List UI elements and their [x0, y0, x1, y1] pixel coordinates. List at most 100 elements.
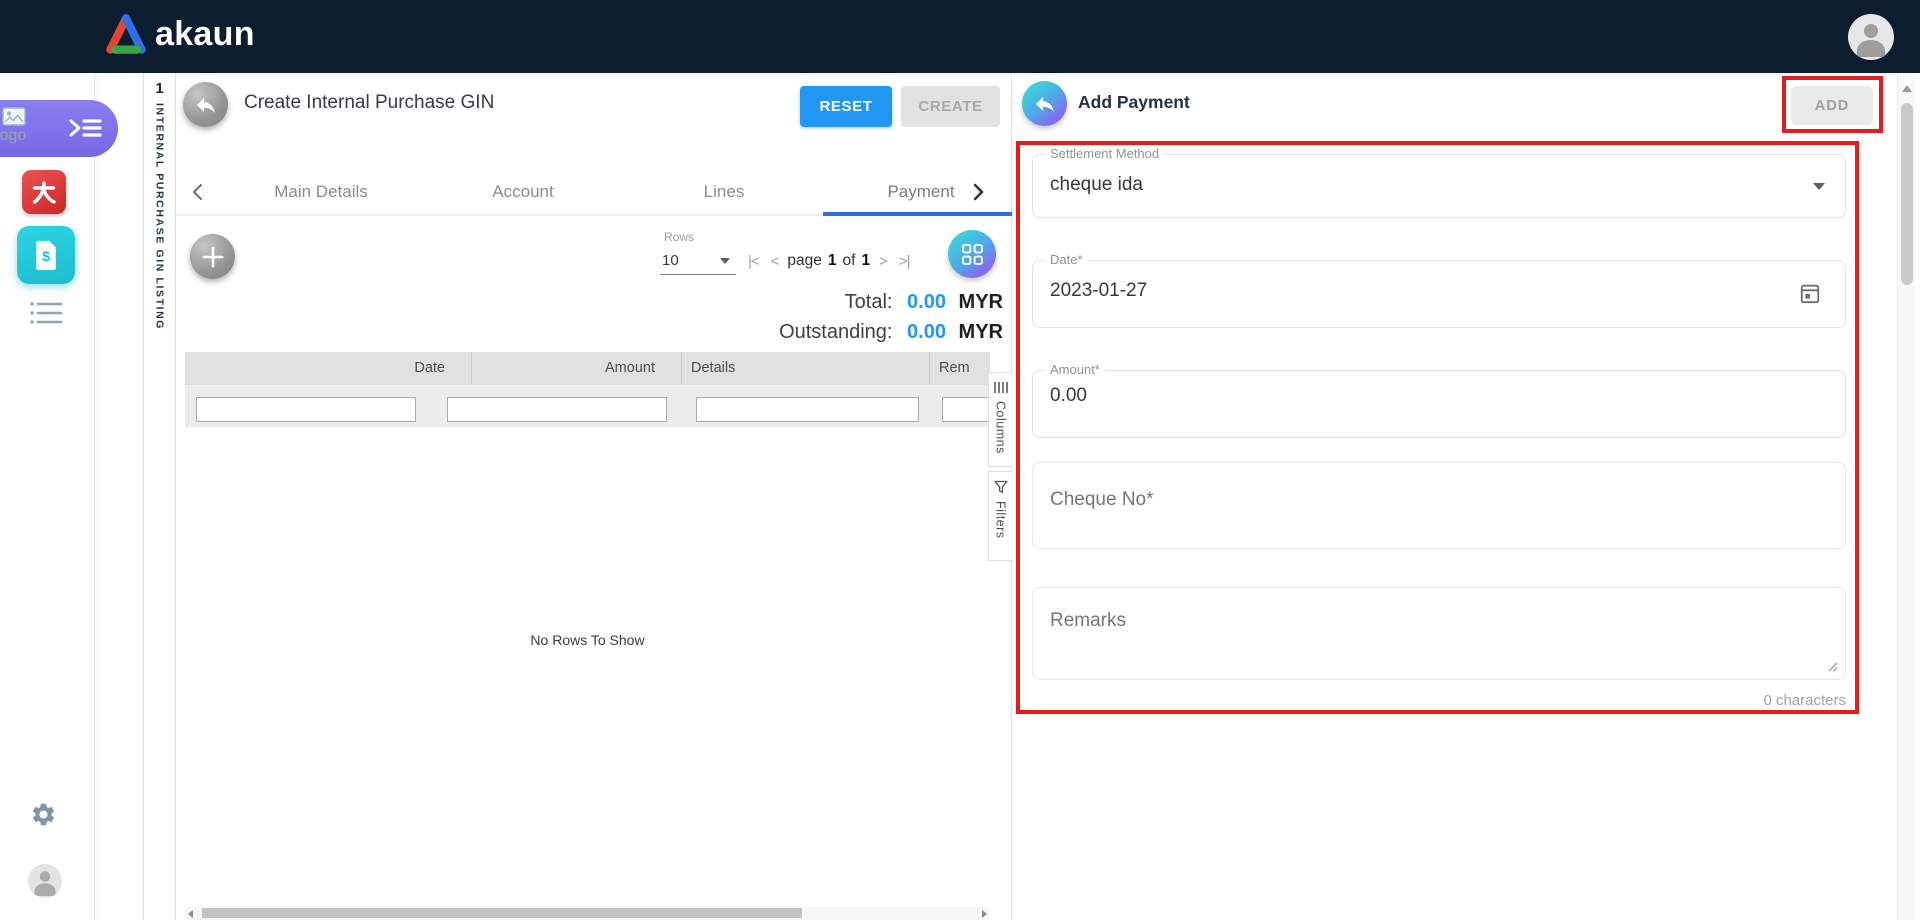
- total-currency: MYR: [958, 291, 1003, 313]
- listing-strip-tab[interactable]: 1 INTERNAL PURCHASE GIN LISTING: [143, 73, 176, 920]
- sidebar-profile-icon[interactable]: [28, 864, 62, 898]
- tab-account[interactable]: Account: [452, 182, 594, 202]
- filter-input-remarks[interactable]: [942, 397, 990, 422]
- column-header-remarks[interactable]: Rem: [929, 352, 990, 384]
- tab-filters[interactable]: Filters: [988, 471, 1012, 561]
- svg-text:$: $: [42, 248, 50, 264]
- brand-name: akaun: [155, 14, 255, 53]
- date-value: 2023-01-27: [1050, 280, 1148, 301]
- panel-title: Add Payment: [1078, 92, 1190, 112]
- rows-per-page-value: 10: [662, 252, 679, 269]
- character-counter: 0 characters: [1763, 692, 1846, 709]
- back-button[interactable]: [183, 82, 228, 127]
- active-tab-indicator: [823, 212, 1012, 216]
- panel-back-button[interactable]: [1022, 81, 1067, 126]
- outstanding-label: Outstanding:: [779, 321, 893, 343]
- horizontal-scrollbar-thumb[interactable]: [202, 908, 802, 918]
- outstanding-value: 0.00: [907, 321, 946, 343]
- column-header-amount[interactable]: Amount: [471, 352, 681, 384]
- cheque-no-input[interactable]: [1050, 489, 1790, 511]
- calendar-icon[interactable]: [1799, 282, 1821, 305]
- vertical-scrollbar[interactable]: [1897, 73, 1915, 920]
- chevron-down-icon: [720, 258, 730, 264]
- chevron-right-icon[interactable]: [972, 183, 984, 201]
- amount-label: Amount*: [1045, 362, 1105, 377]
- tab-columns[interactable]: Columns: [988, 372, 1012, 467]
- column-header-date[interactable]: Date: [185, 352, 471, 384]
- filter-funnel-icon: [993, 480, 1008, 494]
- back-arrow-icon: [1035, 96, 1054, 112]
- tab-lines[interactable]: Lines: [653, 182, 795, 202]
- next-page-button[interactable]: >: [873, 253, 893, 270]
- broken-image-icon: [2, 107, 26, 126]
- last-page-button[interactable]: >|: [893, 253, 916, 270]
- plus-icon: [202, 246, 223, 267]
- user-avatar[interactable]: [1848, 14, 1894, 60]
- add-row-button[interactable]: [190, 234, 235, 279]
- column-header-details[interactable]: Details: [681, 352, 929, 384]
- page-word: page: [787, 252, 822, 269]
- filter-input-details[interactable]: [696, 397, 919, 422]
- resize-handle-icon[interactable]: [1826, 660, 1838, 672]
- filter-input-date[interactable]: [196, 397, 416, 422]
- date-field[interactable]: Date* 2023-01-27: [1032, 252, 1846, 328]
- scroll-left-arrow-icon[interactable]: [188, 910, 193, 918]
- listing-menu-icon[interactable]: [29, 300, 63, 326]
- brand-triangle-icon: [106, 14, 146, 54]
- settings-gear-icon[interactable]: [30, 801, 57, 828]
- add-payment-panel: Add Payment ADD Settlement Method cheque…: [1013, 73, 1897, 920]
- app-icon-accounting[interactable]: $: [17, 226, 75, 284]
- brand-logo: akaun: [104, 13, 255, 55]
- total-row: Total: 0.00 MYR: [596, 287, 1003, 317]
- total-value: 0.00: [907, 291, 946, 313]
- filter-input-amount[interactable]: [447, 397, 667, 422]
- listing-strip-badge: 1: [155, 80, 164, 97]
- cheque-no-field[interactable]: [1032, 462, 1846, 549]
- outstanding-currency: MYR: [958, 321, 1003, 343]
- tab-main-details[interactable]: Main Details: [250, 182, 392, 202]
- remarks-field[interactable]: [1032, 587, 1846, 680]
- tab-bar: Main Details Account Lines Payment: [176, 167, 1012, 216]
- sidebar: logo $: [0, 73, 118, 920]
- workspace-logo-pill[interactable]: logo: [0, 100, 118, 157]
- add-button[interactable]: ADD: [1791, 86, 1873, 125]
- prev-page-button[interactable]: <: [765, 253, 785, 270]
- settlement-method-select[interactable]: Settlement Method cheque ida: [1032, 146, 1846, 218]
- brush-character-icon: [32, 181, 56, 204]
- rows-per-page-label: Rows: [664, 230, 695, 244]
- of-word: of: [842, 252, 856, 269]
- create-gin-panel: Create Internal Purchase GIN RESET CREAT…: [176, 73, 1012, 920]
- chevron-left-icon[interactable]: [192, 183, 204, 201]
- outstanding-row: Outstanding: 0.00 MYR: [596, 317, 1003, 347]
- table-body: No Rows To Show: [185, 427, 990, 907]
- reset-button[interactable]: RESET: [800, 86, 892, 127]
- person-icon: [34, 871, 56, 896]
- vertical-scrollbar-thumb[interactable]: [1901, 103, 1913, 285]
- first-page-button[interactable]: |<: [742, 253, 765, 270]
- horizontal-scrollbar[interactable]: [185, 907, 990, 920]
- remarks-textarea[interactable]: [1050, 610, 1790, 666]
- total-label: Total:: [844, 291, 893, 313]
- columns-tab-label: Columns: [993, 401, 1008, 454]
- amount-field[interactable]: Amount*: [1032, 362, 1846, 438]
- empty-table-message: No Rows To Show: [530, 632, 645, 648]
- settlement-method-value: cheque ida: [1050, 174, 1143, 195]
- person-icon: [1856, 24, 1886, 57]
- tab-payment[interactable]: Payment: [850, 182, 992, 202]
- scroll-right-arrow-icon[interactable]: [982, 910, 987, 918]
- app-icon-red[interactable]: [22, 170, 66, 214]
- page: akaun logo: [0, 0, 1920, 920]
- grid-icon: [961, 243, 983, 265]
- logo-alt-text: logo: [0, 127, 27, 144]
- scroll-up-arrow-icon[interactable]: [1902, 85, 1912, 92]
- filters-tab-label: Filters: [993, 501, 1008, 539]
- rows-per-page-select[interactable]: 10: [660, 248, 736, 275]
- pagination: |< < page 1 of 1 > >|: [742, 252, 916, 270]
- amount-input[interactable]: [1050, 385, 1790, 407]
- back-arrow-icon: [196, 97, 215, 113]
- current-page: 1: [827, 252, 837, 269]
- create-button[interactable]: CREATE: [901, 86, 1000, 127]
- page-title: Create Internal Purchase GIN: [244, 92, 495, 113]
- columns-grip-icon: [993, 382, 1008, 393]
- grid-view-button[interactable]: [948, 230, 996, 278]
